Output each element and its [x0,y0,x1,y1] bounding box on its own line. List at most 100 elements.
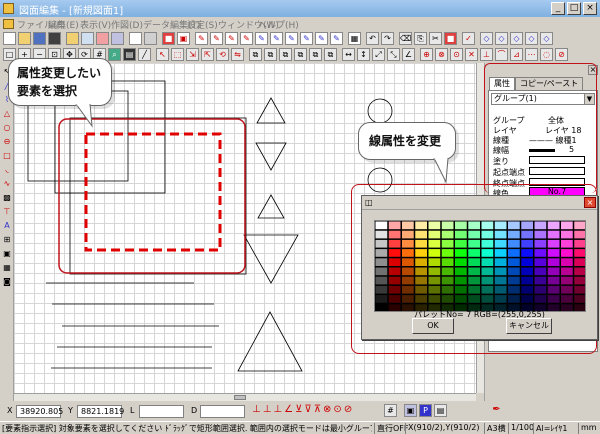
color-swatch[interactable] [402,295,414,303]
ellipse-tool-icon[interactable]: ⊖ [1,136,13,147]
color-swatch[interactable] [494,276,507,285]
color-swatch[interactable] [561,267,573,276]
color-swatch[interactable] [402,249,414,257]
color-swatch[interactable] [534,267,547,276]
ok-button[interactable]: OK [412,318,454,334]
tool-e-icon[interactable]: ✎ [255,32,268,45]
snap-off-icon[interactable]: ⊘ [555,48,568,61]
color-swatch[interactable] [415,267,427,276]
text-tool-icon[interactable]: A [1,220,13,231]
tool-g-icon[interactable]: ✎ [285,32,298,45]
layout-icon[interactable] [144,32,157,45]
snap-cross-icon[interactable]: ✕ [465,48,478,61]
snap-tan-icon[interactable]: ⌒ [495,48,508,61]
snap-d-icon[interactable]: ◇ [525,32,538,45]
color-grid[interactable] [374,220,586,312]
color-swatch[interactable] [375,285,388,294]
color-swatch[interactable] [547,295,560,303]
color-swatch[interactable] [494,239,507,248]
color-swatch[interactable] [574,276,586,285]
color-swatch[interactable] [534,230,547,239]
align-a-icon[interactable]: ⧉ [249,48,262,61]
mirror-icon[interactable]: ⇋ [231,48,244,61]
color-swatch[interactable] [455,230,467,239]
color-swatch[interactable] [574,295,586,303]
triangle-tool-icon[interactable]: △ [1,108,13,119]
color-swatch[interactable] [428,239,441,248]
snap-end-icon[interactable]: ⊕ [420,48,433,61]
color-swatch[interactable] [402,221,414,230]
color-swatch[interactable] [428,276,441,285]
align-d-icon[interactable]: ⧉ [294,48,307,61]
dim-tool-icon[interactable]: ⊤ [1,206,13,217]
group-red-icon[interactable]: ▣ [177,32,190,45]
color-swatch[interactable] [468,285,480,294]
color-swatch[interactable] [508,239,520,248]
table-tool-icon[interactable]: ▦ [1,262,13,273]
color-swatch[interactable] [388,249,401,257]
color-swatch[interactable] [441,249,454,257]
dim-a-icon[interactable]: ↔ [342,48,355,61]
menu-view[interactable]: 表示(V) [80,18,111,31]
image-tool-icon[interactable]: ▣ [1,248,13,259]
color-swatch[interactable] [574,239,586,248]
color-swatch[interactable] [508,258,520,266]
dim-c-icon[interactable]: ⤢ [372,48,385,61]
snap-mid-icon[interactable]: ⊗ [435,48,448,61]
color-swatch[interactable] [547,230,560,239]
color-swatch[interactable] [508,249,520,257]
layer-icon[interactable]: ▤ [123,48,136,61]
line-icon[interactable]: ╱ [138,48,151,61]
color-swatch[interactable] [415,276,427,285]
color-swatch[interactable] [547,249,560,257]
color-swatch[interactable] [415,258,427,266]
color-swatch[interactable] [468,249,480,257]
color-swatch[interactable] [388,285,401,294]
color-swatch[interactable] [561,258,573,266]
color-swatch[interactable] [574,221,586,230]
color-swatch[interactable] [574,267,586,276]
color-swatch[interactable] [402,285,414,294]
color-swatch[interactable] [534,258,547,266]
color-swatch[interactable] [468,267,480,276]
rect-tool-icon[interactable]: □ [1,150,13,161]
color-swatch[interactable] [547,258,560,266]
color-swatch[interactable] [388,295,401,303]
layer-toggle-icon[interactable]: ▤ [434,404,447,417]
snap-grid-icon[interactable]: ⋯ [525,48,538,61]
color-swatch[interactable] [481,276,494,285]
color-swatch[interactable] [494,295,507,303]
tool-f-icon[interactable]: ✎ [270,32,283,45]
color-swatch[interactable] [534,239,547,248]
tool-h-icon[interactable]: ✎ [300,32,313,45]
tool-b-icon[interactable]: ✎ [210,32,223,45]
shape-triangle-down-2[interactable] [243,234,299,284]
tool-a-icon[interactable]: ✎ [195,32,208,45]
color-swatch[interactable] [375,221,388,230]
color-swatch[interactable] [388,276,401,285]
color-swatch[interactable] [481,285,494,294]
curve-tool-icon[interactable]: ∿ [1,178,13,189]
color-swatch[interactable] [402,267,414,276]
color-swatch[interactable] [468,239,480,248]
tool-j-icon[interactable]: ✎ [330,32,343,45]
menu-settings[interactable]: 設定(S) [187,18,218,31]
color-swatch[interactable] [521,221,533,230]
save-icon[interactable] [33,32,46,45]
tool-d-icon[interactable]: ✎ [240,32,253,45]
undo-icon[interactable]: ↶ [366,32,379,45]
eraser-icon[interactable]: ⌫ [399,32,412,45]
pick-icon[interactable]: ✓ [462,32,475,45]
color-swatch[interactable] [402,276,414,285]
snap-free-icon[interactable]: ◌ [540,48,553,61]
x-coord-input[interactable]: 38920.805 [16,405,63,418]
align-e-icon[interactable]: ⧉ [309,48,322,61]
color-swatch[interactable] [455,295,467,303]
color-swatch[interactable] [481,258,494,266]
color-swatch[interactable] [521,285,533,294]
color-swatch[interactable] [428,267,441,276]
menu-edit[interactable]: 編集(E) [48,18,79,31]
color-swatch[interactable] [534,295,547,303]
shape-triangle-up-3[interactable] [237,311,303,372]
cancel-button[interactable]: キャンセル [506,318,552,334]
